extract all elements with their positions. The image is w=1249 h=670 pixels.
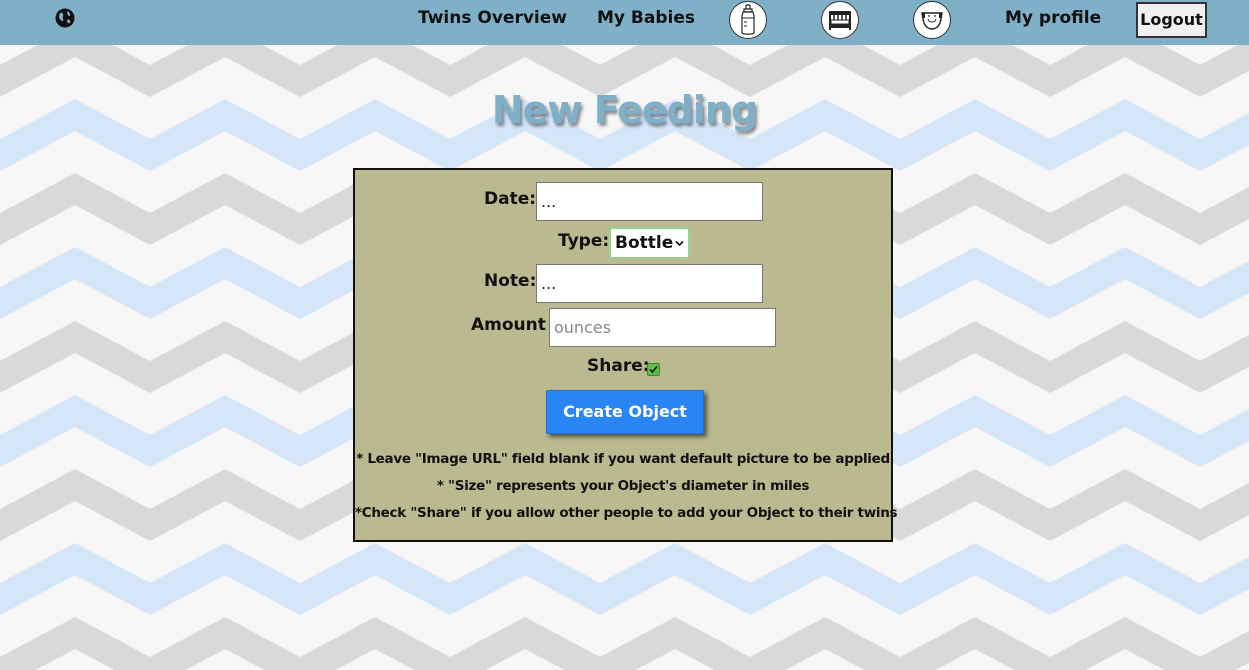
top-navbar: Twins Overview My Babies My profile Logo… [0, 0, 1249, 45]
feeding-nav-button[interactable] [729, 1, 767, 39]
baby-bottle-icon [741, 4, 755, 35]
nav-my-babies[interactable]: My Babies [597, 8, 695, 28]
logout-button[interactable]: Logout [1136, 2, 1207, 38]
date-input[interactable] [536, 182, 763, 221]
diaper-icon [921, 12, 943, 30]
new-feeding-form: Date: Type: Bottle Note: Amount Share: C… [353, 168, 898, 542]
globe-icon[interactable] [55, 8, 75, 28]
note-input[interactable] [536, 264, 763, 303]
type-selected-value: Bottle [615, 233, 674, 253]
diaper-nav-button[interactable] [913, 1, 951, 39]
type-select[interactable]: Bottle [609, 227, 690, 259]
help-note-image-url: * Leave "Image URL" field blank if you w… [356, 451, 890, 467]
amount-input[interactable] [549, 308, 776, 347]
help-note-size: * "Size" represents your Object's diamet… [436, 478, 810, 494]
date-label: Date: [484, 189, 537, 209]
crib-icon [829, 11, 851, 30]
nav-twins-overview[interactable]: Twins Overview [418, 8, 567, 28]
nav-my-profile[interactable]: My profile [1005, 8, 1101, 28]
share-checkbox[interactable] [647, 363, 660, 376]
help-note-share: *Check "Share" if you allow other people… [355, 505, 898, 521]
type-label: Type: [558, 231, 610, 251]
amount-label: Amount [471, 315, 546, 335]
chevron-down-icon [675, 240, 684, 247]
page-title: New Feeding [491, 88, 758, 132]
create-object-button[interactable]: Create Object [546, 390, 704, 434]
checkmark-icon [649, 366, 658, 374]
share-label: Share: [587, 356, 650, 376]
sleep-nav-button[interactable] [821, 1, 859, 39]
note-label: Note: [484, 271, 537, 291]
